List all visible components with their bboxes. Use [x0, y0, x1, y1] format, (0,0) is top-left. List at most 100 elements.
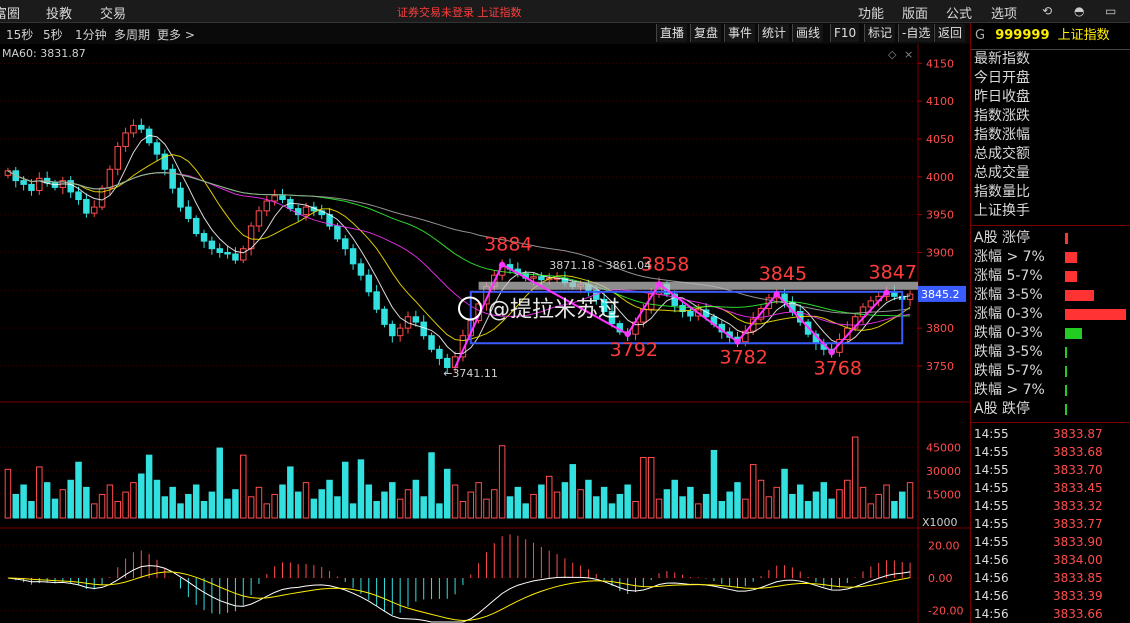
volume-bar: [640, 457, 647, 519]
quote-fields: 最新指数 今日开盘 昨日收盘 指数涨跌 指数涨幅 总成交额 总成交量 指数量比 上证换手: [971, 50, 1130, 226]
volume-bar: [875, 493, 882, 519]
tick-row: 14:55 3833.45: [971, 479, 1130, 497]
period-15s[interactable]: 15秒: [6, 26, 33, 43]
tick-price: 3833.66: [1053, 607, 1103, 621]
breadth-bar: [1065, 404, 1067, 415]
candle-body: [83, 199, 90, 214]
candle-body: [224, 251, 231, 255]
volume-bar: [51, 498, 59, 519]
volume-bar: [538, 484, 545, 519]
breadth-label: A股 涨停: [974, 230, 1031, 246]
volume-bar: [192, 484, 200, 519]
tick-price: 3833.70: [1053, 463, 1103, 477]
menu-toujiao[interactable]: 投教: [46, 3, 72, 22]
breadth-row: A股 涨停: [971, 229, 1130, 248]
back-button[interactable]: 返回: [934, 24, 966, 42]
watchlist-button[interactable]: -自选: [898, 24, 934, 42]
menu-layout[interactable]: 版面: [902, 3, 928, 22]
tick-price: 3834.00: [1053, 553, 1103, 567]
price-tick-label: 4000: [926, 171, 954, 184]
period-more[interactable]: 更多 >: [157, 26, 195, 43]
breadth-distribution: A股 涨停 涨幅 > 7% 涨幅 5-7% 涨幅 3-5% 涨幅 0-3% 跌幅 0-3%…: [971, 226, 1130, 423]
volume-bar: [710, 449, 718, 519]
menu-function[interactable]: 功能: [858, 3, 884, 22]
skin-icon[interactable]: ◓: [1074, 4, 1084, 18]
candle-body: [36, 177, 43, 191]
review-button[interactable]: 复盘: [690, 24, 722, 42]
candle-body: [334, 225, 341, 240]
volume-bar: [718, 501, 726, 519]
breadth-bar: [1065, 252, 1077, 263]
volume-bar: [357, 459, 365, 519]
volume-bar: [828, 498, 835, 519]
tick-time: 14:56: [974, 553, 1009, 567]
volume-bar: [898, 491, 906, 519]
candle-body: [122, 132, 129, 148]
f10-button[interactable]: F10: [830, 24, 860, 42]
candle-body: [342, 238, 349, 250]
volume-bar: [859, 486, 867, 519]
volume-bar: [247, 496, 255, 519]
zigzag-arrow-head: [624, 331, 631, 338]
volume-bar: [334, 496, 341, 519]
breadth-bar: [1065, 290, 1094, 301]
volume-bar: [98, 493, 106, 519]
candle-body: [428, 335, 435, 350]
volume-bar: [514, 486, 522, 519]
volume-bar: [389, 482, 396, 519]
mark-button[interactable]: 标记: [864, 24, 896, 42]
volume-bar: [695, 503, 702, 519]
candle-body: [255, 210, 263, 227]
volume-bar: [224, 498, 231, 519]
low-label: ←3741.11: [443, 367, 498, 380]
breadth-row: 涨幅 5-7%: [971, 267, 1130, 286]
live-button[interactable]: 直播: [656, 24, 688, 42]
volume-bar: [263, 503, 271, 519]
volume-bar: [797, 484, 804, 519]
menu-formula[interactable]: 公式: [946, 3, 972, 22]
volume-bar: [294, 491, 302, 519]
volume-bar: [200, 501, 208, 519]
candle-body: [349, 248, 357, 265]
tick-list: 14:55 3833.87 14:55 3833.68 14:55 3833.70 14:5…: [971, 423, 1130, 623]
period-1min[interactable]: 1分钟: [75, 26, 107, 43]
quote-field-2: 昨日收盘: [974, 89, 1030, 105]
kline-chart[interactable]: ◇×41504100405040003950390038503800375038…: [0, 44, 970, 623]
breadth-label: 涨幅 3-5%: [974, 287, 1043, 303]
volume-bar: [483, 498, 490, 519]
price-tick-label: 4150: [926, 57, 954, 70]
menu-jiaoyi[interactable]: 交易: [100, 3, 126, 22]
volume-bar: [569, 464, 576, 519]
tick-row: 14:56 3834.00: [971, 551, 1130, 569]
volume-bar: [459, 501, 467, 519]
tick-time: 14:55: [974, 427, 1009, 441]
period-multi[interactable]: 多周期: [114, 26, 150, 43]
event-button[interactable]: 事件: [724, 24, 756, 42]
quote-field-5: 总成交额: [974, 146, 1030, 162]
volume-bar: [318, 489, 325, 519]
quote-panel: G 999999 上证指数 最新指数 今日开盘 昨日收盘 指数涨跌 指数涨幅 总成交额 总成…: [970, 23, 1130, 623]
volume-bar: [326, 479, 333, 519]
volume-bar: [255, 486, 263, 519]
volume-bar: [812, 491, 820, 519]
volume-bar: [844, 479, 851, 519]
menu-fuquan[interactable]: 富圈: [0, 3, 20, 22]
stats-button[interactable]: 统计: [758, 24, 790, 42]
pivot-label: 3792: [610, 339, 658, 361]
refresh-icon[interactable]: ⟲: [1042, 4, 1052, 18]
breadth-row: 跌幅 0-3%: [971, 324, 1130, 343]
candle-body: [185, 206, 192, 219]
volume-bar: [773, 486, 780, 519]
volume-bar: [506, 496, 514, 519]
minimize-icon[interactable]: ▭: [1105, 4, 1116, 18]
watermark-text: @提拉米苏过: [488, 297, 620, 322]
candle-body: [200, 233, 208, 242]
candle-body: [279, 195, 286, 201]
volume-tick-label: 30000: [926, 465, 961, 478]
candle-body: [906, 293, 914, 300]
period-5s[interactable]: 5秒: [43, 26, 63, 43]
draw-line-button[interactable]: 画线: [792, 24, 824, 42]
tick-time: 14:55: [974, 499, 1009, 513]
candle-body: [357, 263, 365, 276]
menu-options[interactable]: 选项: [991, 3, 1017, 22]
